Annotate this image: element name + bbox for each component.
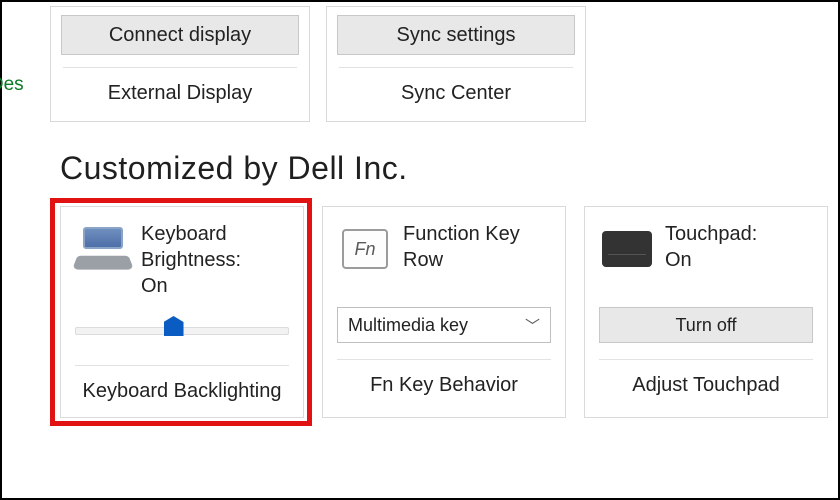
sidebar-item-a[interactable]: em [0,28,24,66]
card-keyboard-backlighting: Keyboard Brightness: On Keyboard Backlig… [60,206,304,418]
tile-external-display: Connect display External Display [50,6,310,122]
fn-mode-select[interactable]: Multimedia key ﹀ [337,307,551,343]
touchpad-status-label: Touchpad: On [665,221,757,273]
section-title: Customized by Dell Inc. [60,150,408,187]
sync-center-link[interactable]: Sync Center [327,68,585,117]
laptop-keyboard-icon [75,221,131,277]
chevron-down-icon: ﹀ [525,315,540,336]
adjust-touchpad-link[interactable]: Adjust Touchpad [585,360,827,411]
card-header: Keyboard Brightness: On [61,207,303,309]
fn-key-icon: Fn [337,221,393,277]
card-header: Touchpad: On [585,207,827,303]
keyboard-brightness-label: Keyboard Brightness: On [141,221,241,299]
touchpad-icon [599,221,655,277]
card-fn-key-behavior: Fn Function Key Row Multimedia key ﹀ Fn … [322,206,566,418]
card-header: Fn Function Key Row [323,207,565,303]
connect-display-button[interactable]: Connect display [61,15,299,55]
select-value: Multimedia key [348,315,468,336]
card-adjust-touchpad: Touchpad: On Turn off Adjust Touchpad [584,206,828,418]
fn-key-behavior-link[interactable]: Fn Key Behavior [323,360,565,411]
turn-off-touchpad-button[interactable]: Turn off [599,307,813,343]
keyboard-backlighting-link[interactable]: Keyboard Backlighting [61,366,303,417]
brightness-slider[interactable] [61,309,303,353]
sidebar-fragment: em d Des [0,28,24,104]
top-tiles-row: Connect display External Display Sync se… [50,6,586,122]
external-display-link[interactable]: External Display [51,68,309,117]
function-key-row-label: Function Key Row [403,221,520,273]
slider-thumb-icon[interactable] [164,316,184,344]
sidebar-item-b[interactable]: d Des [0,66,24,104]
sync-settings-button[interactable]: Sync settings [337,15,575,55]
tile-sync-center: Sync settings Sync Center [326,6,586,122]
dell-cards-row: Keyboard Brightness: On Keyboard Backlig… [60,206,828,418]
